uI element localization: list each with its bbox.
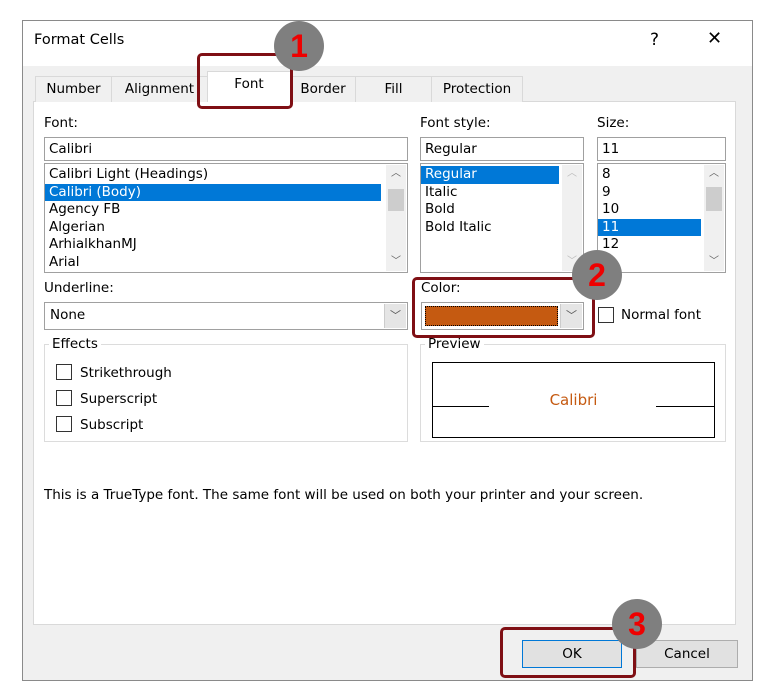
tab-border[interactable]: Border: [290, 76, 356, 102]
list-item[interactable]: ArhialkhanMJ: [45, 236, 407, 254]
step-badge-2: 2: [572, 250, 622, 300]
normal-font-checkbox[interactable]: [598, 307, 614, 323]
size-list[interactable]: 8 9 10 11 12 ︿ ﹀: [597, 163, 726, 273]
list-item[interactable]: Italic: [421, 184, 583, 202]
tab-number[interactable]: Number: [35, 76, 112, 102]
strikethrough-checkbox[interactable]: [56, 364, 72, 380]
superscript-checkbox[interactable]: [56, 390, 72, 406]
font-style-label: Font style:: [420, 115, 491, 131]
font-style-list[interactable]: Regular Italic Bold Bold Italic ︿ ﹀: [420, 163, 584, 273]
step-badge-3: 3: [612, 599, 662, 649]
superscript-label: Superscript: [80, 391, 158, 407]
subscript-checkbox[interactable]: [56, 416, 72, 432]
list-item[interactable]: Algerian: [45, 219, 407, 237]
list-item[interactable]: Calibri Light (Headings): [45, 166, 407, 184]
font-label: Font:: [44, 115, 78, 131]
size-input[interactable]: 11: [597, 137, 726, 161]
list-item[interactable]: Bold Italic: [421, 219, 583, 237]
preview-box: Calibri: [432, 362, 715, 438]
underline-select[interactable]: None ﹀: [44, 302, 408, 330]
size-label: Size:: [597, 115, 630, 131]
subscript-label: Subscript: [80, 417, 144, 433]
preview-text: Calibri: [549, 391, 598, 409]
preview-label: Preview: [425, 336, 484, 352]
title-bar: [23, 21, 752, 66]
underline-label: Underline:: [44, 280, 114, 296]
font-info-text: This is a TrueType font. The same font w…: [44, 487, 644, 503]
list-item[interactable]: Arial: [45, 254, 407, 272]
list-item[interactable]: 11: [598, 218, 701, 236]
effects-label: Effects: [49, 336, 101, 352]
help-button[interactable]: ?: [650, 30, 659, 50]
chevron-down-icon[interactable]: ﹀: [384, 304, 406, 328]
tab-protection[interactable]: Protection: [431, 76, 523, 102]
list-item[interactable]: Calibri (Body): [45, 183, 381, 201]
underline-value: None: [50, 307, 86, 323]
font-list[interactable]: Calibri Light (Headings) Calibri (Body) …: [44, 163, 408, 273]
list-item[interactable]: Bold: [421, 201, 583, 219]
scrollbar[interactable]: ︿ ﹀: [386, 165, 406, 271]
font-style-input[interactable]: Regular: [420, 137, 584, 161]
scrollbar[interactable]: ︿ ﹀: [704, 165, 724, 271]
dialog-title: Format Cells: [34, 32, 125, 48]
normal-font-label: Normal font: [621, 307, 701, 323]
strikethrough-label: Strikethrough: [80, 365, 172, 381]
list-item[interactable]: Agency FB: [45, 201, 407, 219]
close-icon[interactable]: ✕: [707, 28, 722, 49]
tab-alignment[interactable]: Alignment: [111, 76, 208, 102]
tab-fill[interactable]: Fill: [355, 76, 432, 102]
font-input[interactable]: Calibri: [44, 137, 408, 161]
step-badge-1: 1: [274, 21, 324, 71]
list-item[interactable]: Regular: [421, 166, 559, 184]
highlight-box-color: [412, 277, 595, 338]
scrollbar[interactable]: ︿ ﹀: [562, 165, 582, 271]
